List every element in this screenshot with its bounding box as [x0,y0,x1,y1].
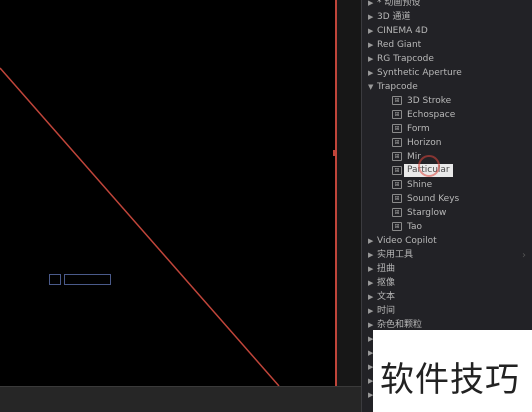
triangle-right-icon[interactable]: ▶ [368,234,376,248]
effect-item[interactable]: ⊞ Tao [362,220,532,234]
effect-category[interactable]: ▶ Synthetic Aperture [362,66,532,80]
effect-label: 3D Stroke [407,96,452,106]
effect-category[interactable]: ▶ 3D 通道 [362,10,532,24]
category-label: 文本 [377,292,396,302]
category-label: * 动画预设 [377,0,421,8]
diagonal-guide-line [0,67,280,386]
effect-category[interactable]: ▶ Video Copilot [362,234,532,248]
triangle-right-icon[interactable]: ▶ [368,276,376,290]
guide-lines [0,67,280,386]
category-label: RG Trapcode [377,54,434,64]
triangle-right-icon[interactable]: ▶ [368,66,376,80]
effect-category[interactable]: ▼ Trapcode [362,80,532,94]
effect-category[interactable]: ▶ 文本 [362,290,532,304]
effect-item[interactable]: ⊞ Particular [362,164,532,178]
triangle-down-icon[interactable]: ▼ [368,80,376,94]
category-label: 时间 [377,306,396,316]
effect-plugin-icon: ⊞ [392,96,402,105]
effect-item[interactable]: ⊞ Horizon [362,136,532,150]
effect-item[interactable]: ⊞ Sound Keys [362,192,532,206]
category-label: 实用工具 [377,250,414,260]
effect-category[interactable]: ▶ Red Giant [362,38,532,52]
effect-plugin-icon: ⊞ [392,124,402,133]
effect-item[interactable]: ⊞ 3D Stroke [362,94,532,108]
category-label: Video Copilot [377,236,437,246]
timeline-strip [0,386,361,412]
effect-plugin-icon: ⊞ [392,152,402,161]
watermark-text: 软件技巧 [380,360,520,400]
effect-category[interactable]: ▶ RG Trapcode [362,52,532,66]
layer-bounding-box[interactable] [64,274,111,285]
effect-label: Echospace [407,110,456,120]
effect-item[interactable]: ⊞ Shine [362,178,532,192]
category-label: Synthetic Aperture [377,68,462,78]
panel-gutter [337,0,361,386]
effect-plugin-icon: ⊞ [392,222,402,231]
triangle-right-icon[interactable]: ▶ [368,304,376,318]
effect-plugin-icon: ⊞ [392,208,402,217]
triangle-right-icon[interactable]: ▶ [368,0,376,10]
effect-item[interactable]: ⊞ Echospace [362,108,532,122]
effect-category[interactable]: ▶ * 动画预设 [362,0,532,10]
category-label: Red Giant [377,40,422,50]
watermark: 软件技巧 [373,330,532,412]
cursor-highlight [418,155,440,177]
effect-category[interactable]: ▶ CINEMA 4D [362,24,532,38]
category-label: 扭曲 [377,264,396,274]
effect-item[interactable]: ⊞ Mir [362,150,532,164]
effect-plugin-icon: ⊞ [392,180,402,189]
effect-item[interactable]: ⊞ Form [362,122,532,136]
effect-label: Sound Keys [407,194,460,204]
triangle-right-icon[interactable]: ▶ [368,52,376,66]
triangle-right-icon[interactable]: ▶ [368,38,376,52]
effect-plugin-icon: ⊞ [392,138,402,147]
effect-plugin-icon: ⊞ [392,110,402,119]
triangle-right-icon[interactable]: ▶ [368,248,376,262]
effect-label: Tao [407,222,423,232]
category-label: Trapcode [377,82,418,92]
effect-category[interactable]: ▶ 抠像 [362,276,532,290]
category-label: 3D 通道 [377,12,411,22]
triangle-right-icon[interactable]: ▶ [368,10,376,24]
category-label: CINEMA 4D [377,26,428,36]
effect-category[interactable]: ▶ 扭曲 [362,262,532,276]
effect-label: Form [407,124,430,134]
effect-plugin-icon: ⊞ [392,166,402,175]
effect-item[interactable]: ⊞ Starglow [362,206,532,220]
effect-label: Starglow [407,208,447,218]
chevron-right-icon: › [522,250,526,261]
composition-viewer[interactable] [0,0,336,386]
effect-label: Horizon [407,138,442,148]
category-label: 抠像 [377,278,396,288]
triangle-right-icon[interactable]: ▶ [368,290,376,304]
effect-category[interactable]: ▶ 实用工具 [362,248,532,262]
layer-handle-small[interactable] [49,274,61,285]
effect-plugin-icon: ⊞ [392,194,402,203]
effect-category[interactable]: ▶ 时间 [362,304,532,318]
triangle-right-icon[interactable]: ▶ [368,24,376,38]
triangle-right-icon[interactable]: ▶ [368,262,376,276]
effect-label: Shine [407,180,433,190]
